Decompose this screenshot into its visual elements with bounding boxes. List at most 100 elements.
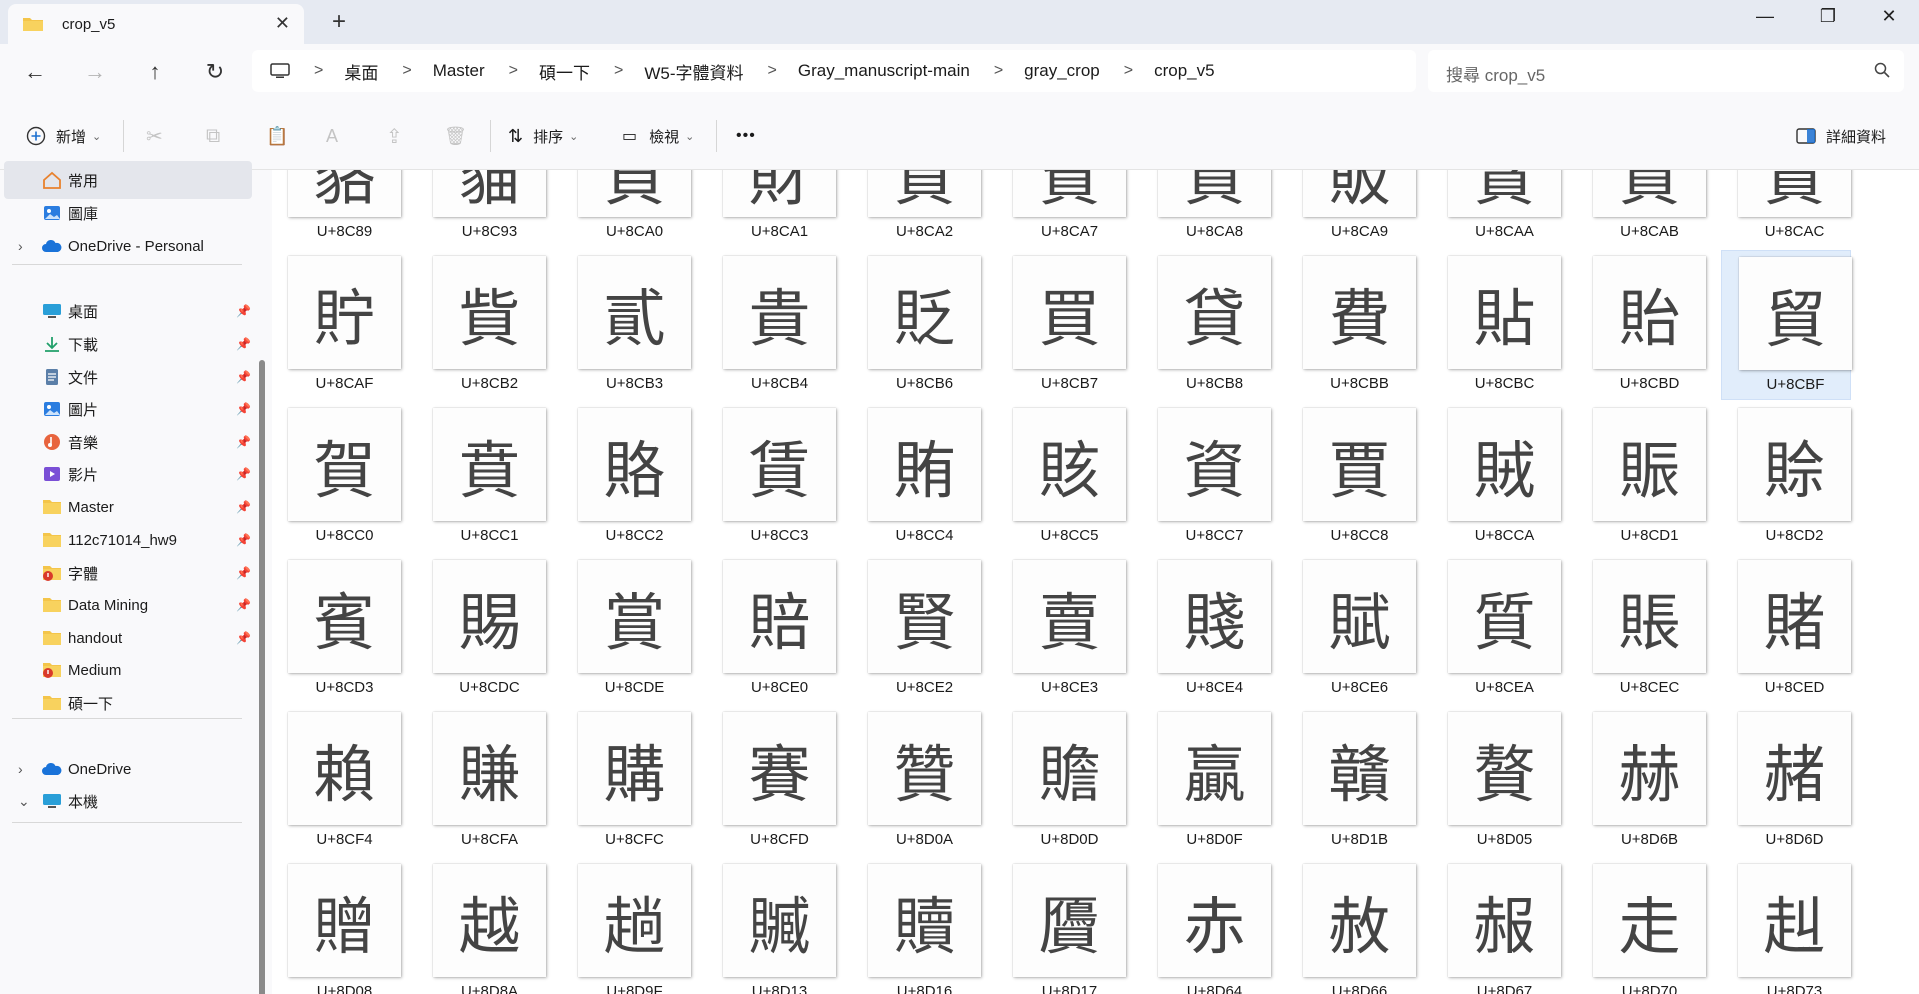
file-item[interactable]: 貸 U+8CB8 xyxy=(1141,250,1271,400)
file-item[interactable]: 賬 U+8CEC xyxy=(1576,554,1706,704)
file-item[interactable]: 贖 U+8D16 xyxy=(851,858,981,994)
close-window-button[interactable]: ✕ xyxy=(1874,6,1904,27)
file-item[interactable]: 贍 U+8D0D xyxy=(996,706,1126,856)
file-item[interactable]: 貧 U+8CA7 xyxy=(996,170,1126,248)
file-item[interactable]: 賁 U+8CC1 xyxy=(416,402,546,552)
file-item[interactable]: 貨 U+8CA8 xyxy=(1141,170,1271,248)
new-button[interactable]: 新增 ⌄ xyxy=(26,123,101,149)
file-item[interactable]: 貴 U+8CB4 xyxy=(706,250,836,400)
file-item[interactable]: 賠 U+8CE0 xyxy=(706,554,836,704)
breadcrumb-item[interactable]: W5-字體資料 xyxy=(644,59,743,84)
chevron-right-icon[interactable]: > xyxy=(402,62,411,80)
forward-button[interactable]: → xyxy=(80,57,110,87)
sidebar-scrollbar[interactable] xyxy=(259,360,265,994)
file-item[interactable]: 賽 U+8CFD xyxy=(706,706,836,856)
address-bar[interactable]: > 桌面 > Master > 碩一下 > W5-字體資料 > Gray_manuscript-m… xyxy=(252,50,1416,92)
chevron-down-icon[interactable]: ⌄ xyxy=(18,793,30,810)
chevron-right-icon[interactable]: > xyxy=(1124,62,1133,80)
chevron-right-icon[interactable]: › xyxy=(18,238,23,254)
file-item[interactable]: 購 U+8CFC xyxy=(561,706,691,856)
breadcrumb-item[interactable]: crop_v5 xyxy=(1154,61,1214,81)
file-item[interactable]: 贈 U+8D08 xyxy=(272,858,401,994)
file-item[interactable]: 貳 U+8CB3 xyxy=(561,250,691,400)
file-item[interactable]: 赳 U+8D73 xyxy=(1721,858,1851,994)
file-item[interactable]: 贅 U+8D05 xyxy=(1431,706,1561,856)
tab-crop-v5[interactable]: crop_v5 ✕ xyxy=(8,4,304,44)
chevron-right-icon[interactable]: › xyxy=(18,761,23,777)
file-item[interactable]: 赧 U+8D67 xyxy=(1431,858,1561,994)
file-item[interactable]: 賊 U+8CCA xyxy=(1431,402,1561,552)
file-item[interactable]: 買 U+8CB7 xyxy=(996,250,1126,400)
details-button[interactable]: 詳細資料 xyxy=(1796,123,1886,149)
paste-icon[interactable]: 📋 xyxy=(266,123,288,149)
breadcrumb-item[interactable]: Gray_manuscript-main xyxy=(798,61,970,81)
sidebar-item[interactable]: › OneDrive - Personal xyxy=(4,227,252,265)
file-item[interactable]: 貽 U+8CBD xyxy=(1576,250,1706,400)
file-item[interactable]: 貶 U+8CB6 xyxy=(851,250,981,400)
file-item[interactable]: 賴 U+8CF4 xyxy=(272,706,401,856)
maximize-button[interactable]: ❐ xyxy=(1813,6,1843,27)
new-tab-button[interactable]: + xyxy=(332,10,346,34)
chevron-right-icon[interactable]: > xyxy=(614,62,623,80)
file-item[interactable]: 越 U+8D8A xyxy=(416,858,546,994)
more-options-button[interactable]: ••• xyxy=(736,123,756,149)
sidebar-item[interactable]: ⌄ 本機 xyxy=(4,782,252,820)
breadcrumb-item[interactable]: 碩一下 xyxy=(539,59,590,84)
file-item[interactable]: 贓 U+8D13 xyxy=(706,858,836,994)
close-tab-icon[interactable]: ✕ xyxy=(275,13,290,34)
chevron-right-icon[interactable]: > xyxy=(314,62,323,80)
view-button[interactable]: ▭ 檢視 ⌄ xyxy=(622,123,694,149)
file-item[interactable]: 貢 U+8CA2 xyxy=(851,170,981,248)
file-item[interactable]: 賣 U+8CE3 xyxy=(996,554,1126,704)
file-item[interactable]: 贊 U+8D0A xyxy=(851,706,981,856)
file-item[interactable]: 責 U+8CAC xyxy=(1721,170,1851,248)
file-item[interactable]: 賑 U+8CD1 xyxy=(1576,402,1706,552)
file-item[interactable]: 賺 U+8CFA xyxy=(416,706,546,856)
file-item[interactable]: 赤 U+8D64 xyxy=(1141,858,1271,994)
cut-icon[interactable]: ✂ xyxy=(146,123,163,149)
breadcrumb-item[interactable]: 桌面 xyxy=(344,59,378,84)
file-item[interactable]: 貉 U+8C89 xyxy=(272,170,401,248)
rename-icon[interactable]: A xyxy=(326,123,338,149)
back-button[interactable]: ← xyxy=(20,57,50,87)
file-item[interactable]: 賓 U+8CD3 xyxy=(272,554,401,704)
up-button[interactable]: ↑ xyxy=(140,57,170,87)
file-item[interactable]: 贛 U+8D1B xyxy=(1286,706,1416,856)
sort-button[interactable]: ⇅ 排序 ⌄ xyxy=(508,123,578,149)
file-item[interactable]: 財 U+8CA1 xyxy=(706,170,836,248)
breadcrumb-item[interactable]: Master xyxy=(433,61,485,81)
file-item[interactable]: 費 U+8CBB xyxy=(1286,250,1416,400)
file-item[interactable]: 賂 U+8CC2 xyxy=(561,402,691,552)
file-item[interactable]: 贗 U+8D17 xyxy=(996,858,1126,994)
file-item[interactable]: 賅 U+8CC5 xyxy=(996,402,1126,552)
breadcrumb-item[interactable]: gray_crop xyxy=(1024,61,1100,81)
file-item[interactable]: 貯 U+8CAF xyxy=(272,250,401,400)
file-item[interactable]: 貓 U+8C93 xyxy=(416,170,546,248)
file-item[interactable]: 貼 U+8CBC xyxy=(1431,250,1561,400)
chevron-right-icon[interactable]: > xyxy=(768,62,777,80)
file-item[interactable]: 賭 U+8CED xyxy=(1721,554,1851,704)
file-item[interactable]: 走 U+8D70 xyxy=(1576,858,1706,994)
file-item[interactable]: 貫 U+8CAB xyxy=(1576,170,1706,248)
file-item[interactable]: 赭 U+8D6D xyxy=(1721,706,1851,856)
file-item[interactable]: 赦 U+8D66 xyxy=(1286,858,1416,994)
delete-icon[interactable]: 🗑 xyxy=(444,123,467,149)
file-item[interactable]: 賀 U+8CC0 xyxy=(272,402,401,552)
search-box[interactable]: 搜尋 crop_v5 xyxy=(1428,50,1904,92)
share-icon[interactable]: ⇪ xyxy=(386,123,403,149)
file-item[interactable]: 贏 U+8D0F xyxy=(1141,706,1271,856)
file-item[interactable]: 賞 U+8CDE xyxy=(561,554,691,704)
file-item[interactable]: 賦 U+8CE6 xyxy=(1286,554,1416,704)
file-item[interactable]: 賈 U+8CC8 xyxy=(1286,402,1416,552)
file-item[interactable]: 趟 U+8D9F xyxy=(561,858,691,994)
chevron-right-icon[interactable]: > xyxy=(994,62,1003,80)
refresh-button[interactable]: ↻ xyxy=(200,57,230,87)
file-item[interactable]: 賤 U+8CE4 xyxy=(1141,554,1271,704)
file-item[interactable]: 賢 U+8CE2 xyxy=(851,554,981,704)
file-item[interactable]: 賒 U+8CD2 xyxy=(1721,402,1851,552)
file-item[interactable]: 赫 U+8D6B xyxy=(1576,706,1706,856)
chevron-right-icon[interactable]: > xyxy=(509,62,518,80)
copy-icon[interactable]: ⧉ xyxy=(206,123,220,149)
file-item[interactable]: 貲 U+8CB2 xyxy=(416,250,546,400)
file-item[interactable]: 貪 U+8CAA xyxy=(1431,170,1561,248)
